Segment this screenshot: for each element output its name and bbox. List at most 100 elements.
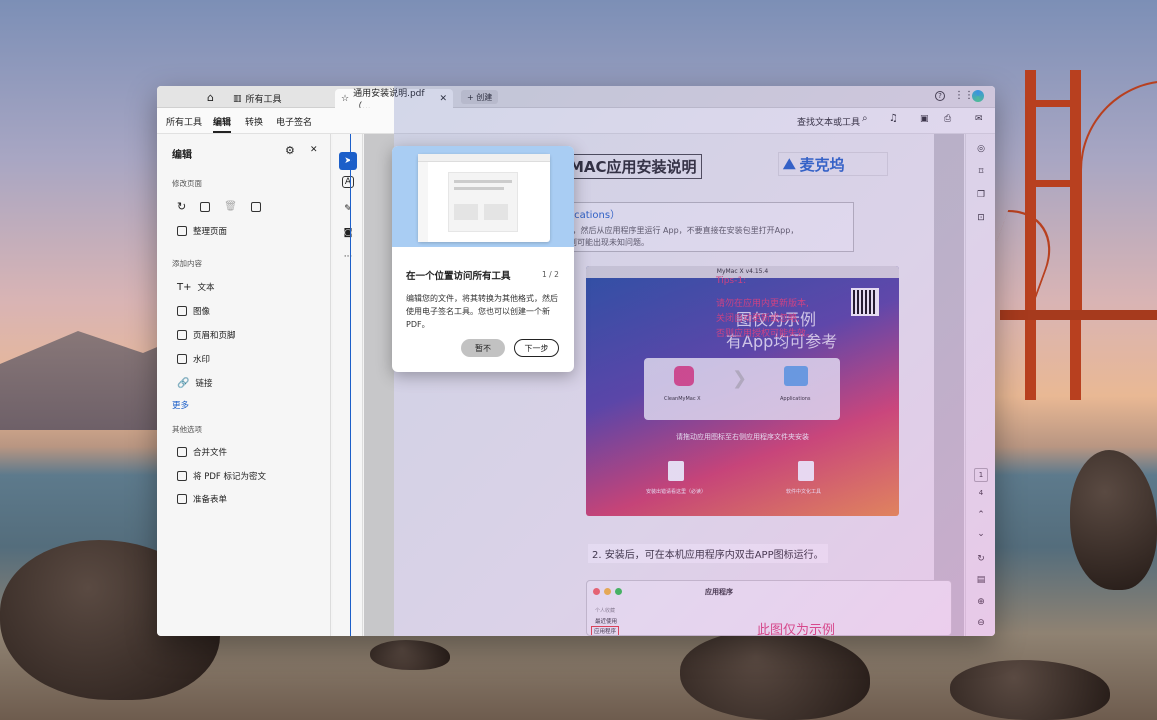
- app1-label: CleanMyMac X: [664, 396, 701, 402]
- home-icon[interactable]: ⌂: [207, 91, 214, 104]
- panel-title: 编辑: [172, 150, 192, 161]
- delete-icon[interactable]: 🗑: [224, 201, 237, 212]
- close-icon[interactable]: ✕: [310, 145, 318, 155]
- merge-icon: [177, 447, 187, 457]
- redact-button[interactable]: 将 PDF 标记为密文: [177, 470, 266, 482]
- search-icon[interactable]: ⌕: [862, 113, 868, 124]
- pages-icon[interactable]: ❐: [974, 190, 988, 204]
- watermark-button[interactable]: 水印: [177, 353, 210, 365]
- tips-line: 否则应用授权可能失效。: [716, 329, 816, 339]
- headphones-icon[interactable]: ♫: [889, 113, 898, 124]
- forms-label: 准备表单: [193, 495, 228, 505]
- menu-edit[interactable]: 编辑: [213, 115, 232, 133]
- print-icon[interactable]: ⎙: [944, 114, 951, 124]
- zoom-in-icon[interactable]: ⊕: [974, 597, 988, 611]
- finder-sidebar-item: 应用程序: [591, 626, 620, 635]
- merge-files-button[interactable]: 合并文件: [177, 446, 227, 458]
- tab-bar: ⌂ ▥ 所有工具 ☆ 通用安装说明.pdf（... ✕ + 创建 ? ⋮⋮: [157, 86, 995, 112]
- background-rock: [1070, 450, 1157, 590]
- menu-esign[interactable]: 电子签名: [276, 115, 312, 128]
- drag-hint: 请拖动应用图标至右侧应用程序文件夹安装: [676, 433, 809, 441]
- tools-icon: ▥: [233, 93, 242, 104]
- gear-icon[interactable]: ⚙: [285, 144, 295, 157]
- tab-document[interactable]: ☆ 通用安装说明.pdf（... ✕: [335, 89, 453, 112]
- snapshot-icon[interactable]: ◙: [339, 224, 357, 242]
- page-number-input[interactable]: 1: [974, 468, 988, 482]
- organize-pages-button[interactable]: 整理页面: [177, 225, 227, 237]
- comment-icon[interactable]: ◎: [974, 144, 988, 158]
- chevron-down-icon[interactable]: ⌄: [974, 529, 988, 543]
- text-box-icon[interactable]: A: [342, 176, 354, 188]
- finder-title: 应用程序: [705, 588, 733, 596]
- finder-screenshot: 应用程序 个人收藏 最近使用 应用程序 此图仅为示例: [586, 580, 952, 636]
- sign-icon[interactable]: ✎: [339, 200, 357, 218]
- step2-text: 2. 安装后，可在本机应用程序内双击APP图标运行。: [588, 544, 828, 563]
- watermark-icon: [177, 354, 187, 364]
- popup-counter: 1 / 2: [542, 270, 559, 279]
- tool-doc-icon: [798, 461, 814, 481]
- header-footer-button[interactable]: 页眉和页脚: [177, 329, 236, 341]
- logo-text: 麦克坞: [799, 155, 845, 174]
- background-rock: [370, 640, 450, 670]
- star-icon: ☆: [341, 93, 350, 104]
- bookmark-icon[interactable]: ⌑: [974, 167, 988, 181]
- image-label: 图像: [193, 307, 211, 317]
- form-icon: [177, 494, 187, 504]
- edit-panel: 编辑 ⚙ ✕ 修改页面 ↻ 🗑 整理页面 添加内容 T+ 文本 图像 页眉和页脚 …: [157, 134, 331, 636]
- popup-title: 在一个位置访问所有工具: [406, 271, 511, 282]
- tips-line: 请勿在应用内更新版本,: [716, 299, 809, 309]
- menu-bar: 所有工具 编辑 转换 电子签名 查找文本或工具 ⌕ ♫ ▣ ⎙ ✉: [157, 108, 995, 134]
- section-add-content: 添加内容: [172, 259, 202, 268]
- file1-label: 安装出错请看这里（必读）: [646, 489, 707, 495]
- rotate-icon[interactable]: ↻: [177, 200, 186, 213]
- app-mockup: [418, 154, 550, 242]
- link-button[interactable]: 🔗 链接: [177, 377, 213, 390]
- merge-label: 合并文件: [193, 448, 228, 458]
- zoom-out-icon[interactable]: ⊖: [974, 618, 988, 632]
- more-link[interactable]: 更多: [172, 399, 189, 411]
- select-cursor-icon[interactable]: ➤: [339, 152, 357, 170]
- link-label: 链接: [195, 379, 213, 389]
- add-text-button[interactable]: T+ 文本: [177, 281, 215, 294]
- file2-label: 软件中文化工具: [786, 489, 822, 495]
- watermark-label: 水印: [193, 355, 211, 365]
- save-icon[interactable]: ▣: [920, 114, 929, 124]
- drag-window: CleanMyMac X ❯ Applications: [644, 358, 840, 420]
- menu-convert[interactable]: 转换: [245, 115, 263, 128]
- not-now-button[interactable]: 暂不: [461, 339, 505, 357]
- refresh-icon[interactable]: ↻: [974, 554, 988, 568]
- help-doc-icon: [668, 461, 684, 481]
- doc-icon[interactable]: ▤: [974, 575, 988, 589]
- app-window: ⌂ ▥ 所有工具 ☆ 通用安装说明.pdf（... ✕ + 创建 ? ⋮⋮ 所有工具 …: [157, 86, 995, 636]
- vertical-toolbar: ➤ A ✎ ◙ ···: [333, 134, 363, 636]
- menu-all-tools[interactable]: 所有工具: [166, 115, 202, 128]
- mail-icon[interactable]: ✉: [975, 114, 983, 124]
- apps-grid-icon[interactable]: ⋮⋮: [954, 90, 974, 101]
- next-button[interactable]: 下一步: [514, 339, 559, 357]
- insert-page-icon[interactable]: [200, 201, 211, 212]
- extract-page-icon[interactable]: [250, 201, 261, 212]
- create-button[interactable]: + 创建: [461, 90, 499, 104]
- tips-title: Tips-1:: [716, 276, 747, 286]
- search-tools-link[interactable]: 查找文本或工具: [797, 115, 860, 128]
- section-other-options: 其他选项: [172, 425, 202, 434]
- background-rock: [680, 630, 870, 720]
- account-avatar[interactable]: [972, 90, 984, 102]
- arrow-icon: ❯: [732, 368, 748, 389]
- more-tools-icon[interactable]: ···: [339, 248, 357, 266]
- add-image-button[interactable]: 图像: [177, 305, 210, 317]
- finder-sidebar-label: 个人收藏: [595, 608, 616, 614]
- traffic-lights: [593, 588, 622, 595]
- tour-popup: 在一个位置访问所有工具 1 / 2 编辑您的文件，将其转换为其他格式，然后使用电…: [392, 146, 574, 372]
- chevron-up-icon[interactable]: ⌃: [974, 510, 988, 524]
- prepare-form-button[interactable]: 准备表单: [177, 493, 227, 505]
- applications-folder-icon: [784, 366, 808, 386]
- page-edge-line: [350, 134, 351, 636]
- text-icon: T+: [177, 281, 192, 293]
- lock-icon[interactable]: ⊡: [974, 213, 988, 227]
- close-icon[interactable]: ✕: [439, 94, 447, 104]
- help-icon[interactable]: ?: [935, 91, 945, 101]
- qr-code: [851, 288, 879, 316]
- popup-illustration: [392, 146, 574, 247]
- tab-all-tools[interactable]: ▥ 所有工具: [227, 89, 288, 108]
